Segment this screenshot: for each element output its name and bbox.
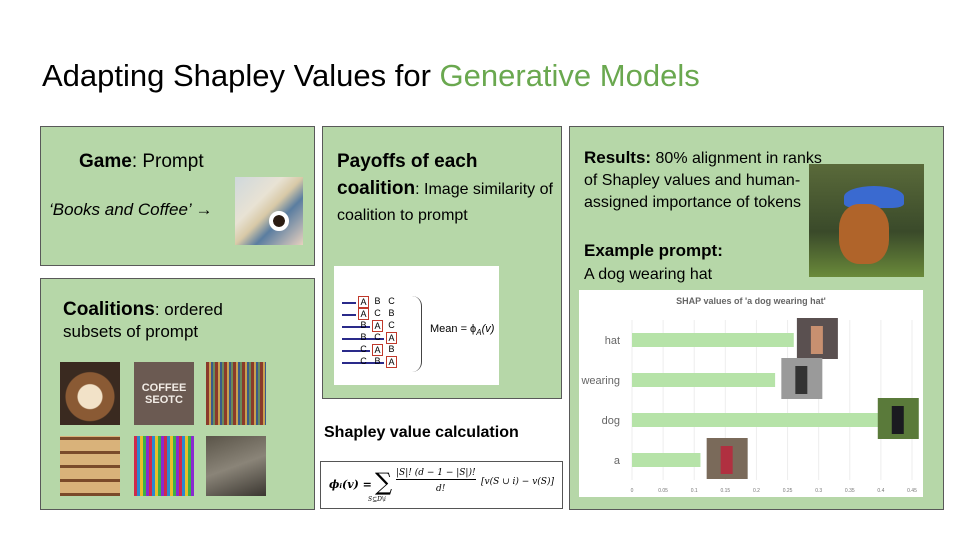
results-text: Results: 80% alignment in ranks of Shapl… [584,148,822,211]
chart-title: SHAP values of 'a dog wearing hat' [676,296,826,306]
coalition-token: A [358,308,369,320]
coalition-token: B [388,344,395,354]
x-tick-label: 0.15 [720,488,730,494]
coalition-token: A [358,296,369,308]
y-tick-label: wearing [580,375,620,387]
coalition-token: B [360,320,367,330]
coalition-token: C [388,296,395,306]
x-tick-label: 0.25 [783,488,793,494]
game-heading: Game: Prompt [79,151,204,172]
coalition-token: A [386,356,397,368]
misty-image [206,436,266,496]
y-tick-label: a [614,455,621,467]
shap-chart: SHAP values of 'a dog wearing hat' 0 0.05 0… [579,290,923,497]
generated-image-subject [810,326,823,354]
x-tick-label: 0 [631,488,634,494]
order-arrow [342,314,356,316]
example-heading: Example prompt: [584,241,723,260]
page-title: Adapting Shapley Values for Generative M… [42,58,700,93]
payoffs-panel: Payoffs of each coalition: Image similar… [322,126,562,399]
mean-label: Mean = ϕA(v) [430,323,495,338]
generated-image-subject [720,446,733,474]
coalition-token: B [388,308,395,318]
y-tick-label: hat [605,335,620,347]
coalition-token: A [372,344,383,356]
library-image [60,436,120,496]
books-coffee-image [235,177,303,245]
bar-dog [632,413,881,427]
x-tick-label: 0.35 [845,488,855,494]
bar-wearing [632,373,776,387]
payoffs-heading: Payoffs of each coalition: Image similar… [337,151,553,224]
game-panel: Game: Prompt ‘Books and Coffee’ → [40,126,315,266]
generated-image-subject [795,366,808,394]
bookshelf-image-1 [206,362,266,425]
coalition-diagram: ABCACBBACBCACABCBA Mean = ϕA(v) [334,266,499,385]
order-arrow [342,302,356,304]
shap-bar-chart: SHAP values of 'a dog wearing hat' 0 0.05 0… [580,296,919,494]
coalition-token: C [388,320,395,330]
coalition-token: A [386,332,397,344]
coalition-token: B [374,296,381,306]
latte-image [60,362,120,425]
x-tick-label: 0.1 [691,488,698,494]
bookshelf-image-2 [134,436,194,496]
y-tick-label: dog [602,415,620,427]
x-tick-label: 0.3 [815,488,822,494]
x-tick-label: 0.2 [753,488,760,494]
coalitions-panel: Coalitions: ordered subsets of prompt CO… [40,278,315,510]
results-panel: Results: 80% alignment in ranks of Shapl… [569,126,944,510]
coalition-token: C [360,344,367,354]
shapley-formula: ϕᵢ(v) = ∑ S⊆D\i |S|! (d − 1 − |S|)! d! [… [320,461,563,509]
coalition-token: C [374,308,381,318]
brace [410,296,422,372]
generated-image-subject [891,406,904,434]
coalition-token: B [374,356,381,366]
x-tick-label: 0.4 [877,488,884,494]
x-tick-label: 0.05 [658,488,668,494]
x-tick-label: 0.45 [907,488,917,494]
shapley-heading: Shapley value calculation [324,424,519,441]
coalition-token: B [360,332,367,342]
example-prompt: A dog wearing hat [584,266,713,283]
game-prompt: ‘Books and Coffee’ → [49,200,213,219]
bar-a [632,453,701,467]
bar-hat [632,333,794,347]
coalition-token: C [360,356,367,366]
coalition-token: C [374,332,381,342]
coalitions-heading: Coalitions: ordered subsets of prompt [63,299,223,341]
dog-hat-image [809,164,924,277]
coffee-text-image: COFFEE SEOTC [134,362,194,425]
coalition-token: A [372,320,383,332]
